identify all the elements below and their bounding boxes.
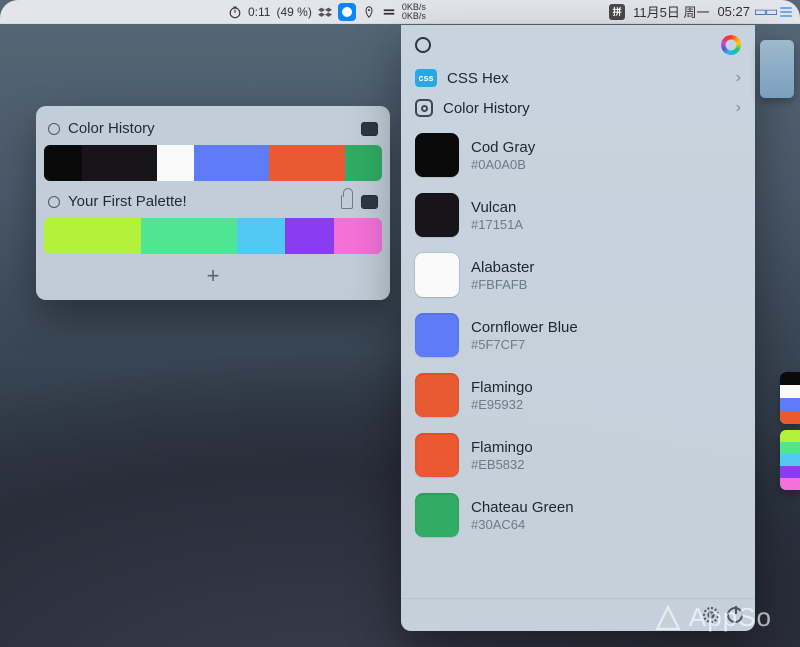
dropbox-icon[interactable]	[318, 5, 332, 19]
netspeed-indicator[interactable]: 0KB/s 0KB/s	[402, 3, 426, 21]
chevron-right-icon: ›	[736, 99, 741, 117]
picker-dropdown-panel: css CSS Hex › Color History › Cod Gray#0…	[401, 25, 755, 631]
color-item[interactable]: Alabaster#FBFAFB	[401, 245, 755, 305]
color-item[interactable]: Flamingo#EB5832	[401, 425, 755, 485]
swatch-strip[interactable]	[44, 145, 382, 181]
history-icon	[415, 99, 433, 117]
edge-palette-1[interactable]	[780, 372, 800, 424]
color-name: Cornflower Blue	[471, 319, 578, 336]
swatch[interactable]	[92, 218, 140, 254]
swatch[interactable]	[157, 145, 195, 181]
battery-percent: (49 %)	[276, 5, 311, 19]
colorpicker-app-icon[interactable]	[338, 3, 356, 21]
radio-icon[interactable]	[48, 123, 60, 135]
netspeed-down: 0KB/s	[402, 12, 426, 21]
edge-palette-2[interactable]	[780, 430, 800, 490]
swatch[interactable]	[307, 145, 345, 181]
swatch[interactable]	[232, 145, 270, 181]
swatch[interactable]	[269, 145, 307, 181]
color-swatch	[415, 433, 459, 477]
color-hex: #17151A	[471, 217, 523, 232]
timer-value: 0:11	[248, 5, 270, 19]
desktop: 0:11 (49 %) 0KB/s 0KB/s 拼 11月5日 周一 05:27…	[0, 0, 800, 647]
color-hex: #EB5832	[471, 457, 533, 472]
swatch[interactable]	[237, 218, 285, 254]
watermark-text: AppSo	[689, 602, 772, 633]
color-item[interactable]: Flamingo#E95932	[401, 365, 755, 425]
notification-center-icon[interactable]	[780, 7, 792, 17]
history-label: Color History	[443, 100, 726, 117]
palette-header[interactable]: Your First Palette!	[44, 187, 382, 218]
color-hex: #FBFAFB	[471, 277, 534, 292]
swatch[interactable]	[82, 145, 120, 181]
menubar-app-icon[interactable]	[362, 5, 376, 19]
color-name: Flamingo	[471, 439, 533, 456]
menubar: 0:11 (49 %) 0KB/s 0KB/s 拼 11月5日 周一 05:27…	[0, 0, 800, 24]
color-hex: #E95932	[471, 397, 533, 412]
color-swatch	[415, 253, 459, 297]
input-source-icon[interactable]: 拼	[609, 4, 625, 20]
swatch[interactable]	[44, 145, 82, 181]
color-name: Alabaster	[471, 259, 534, 276]
lock-icon[interactable]	[341, 195, 353, 209]
palette-header[interactable]: Color History	[44, 114, 382, 145]
menubar-time[interactable]: 05:27	[717, 4, 750, 19]
format-row[interactable]: css CSS Hex ›	[401, 63, 755, 93]
add-palette-button[interactable]: +	[44, 260, 382, 292]
loupe-icon[interactable]	[415, 37, 431, 53]
swatch[interactable]	[119, 145, 157, 181]
color-name: Flamingo	[471, 379, 533, 396]
color-swatch	[415, 493, 459, 537]
swatch[interactable]	[189, 218, 237, 254]
chevron-right-icon: ›	[736, 69, 741, 87]
color-hex: #5F7CF7	[471, 337, 578, 352]
swatch-strip[interactable]	[44, 218, 382, 254]
color-swatch	[415, 193, 459, 237]
color-item[interactable]: Cornflower Blue#5F7CF7	[401, 305, 755, 365]
swatch[interactable]	[44, 218, 92, 254]
swatch[interactable]	[285, 218, 333, 254]
color-name: Cod Gray	[471, 139, 535, 156]
palette-window: Color History Your First Palette! +	[36, 106, 390, 300]
watermark: AppSo	[655, 602, 772, 633]
color-hex: #30AC64	[471, 517, 574, 532]
color-swatch	[415, 373, 459, 417]
swatch[interactable]	[334, 218, 382, 254]
color-swatch	[415, 313, 459, 357]
history-row[interactable]: Color History ›	[401, 93, 755, 123]
menubar-date[interactable]: 11月5日 周一	[633, 2, 709, 21]
tile-view-icon[interactable]	[361, 195, 378, 209]
color-name: Vulcan	[471, 199, 523, 216]
radio-icon[interactable]	[48, 196, 60, 208]
color-name: Chateau Green	[471, 499, 574, 516]
swatch[interactable]	[194, 145, 232, 181]
timer-icon[interactable]	[228, 5, 242, 19]
palette-title: Color History	[68, 120, 353, 137]
swatch[interactable]	[345, 145, 383, 181]
menu-extra-icon[interactable]	[382, 5, 396, 19]
glasses-icon[interactable]: ▭▭	[758, 5, 772, 19]
color-hex: #0A0A0B	[471, 157, 535, 172]
palette-title: Your First Palette!	[68, 193, 333, 210]
color-swatch	[415, 133, 459, 177]
format-label: CSS Hex	[447, 70, 726, 87]
watermark-logo-icon	[655, 605, 681, 631]
color-list: Cod Gray#0A0A0BVulcan#17151AAlabaster#FB…	[401, 123, 755, 598]
color-wheel-icon[interactable]	[721, 35, 741, 55]
css-badge-icon: css	[415, 69, 437, 87]
window-thumbnail[interactable]	[760, 40, 794, 98]
color-item[interactable]: Vulcan#17151A	[401, 185, 755, 245]
color-item[interactable]: Cod Gray#0A0A0B	[401, 125, 755, 185]
tile-view-icon[interactable]	[361, 122, 378, 136]
swatch[interactable]	[141, 218, 189, 254]
color-item[interactable]: Chateau Green#30AC64	[401, 485, 755, 545]
